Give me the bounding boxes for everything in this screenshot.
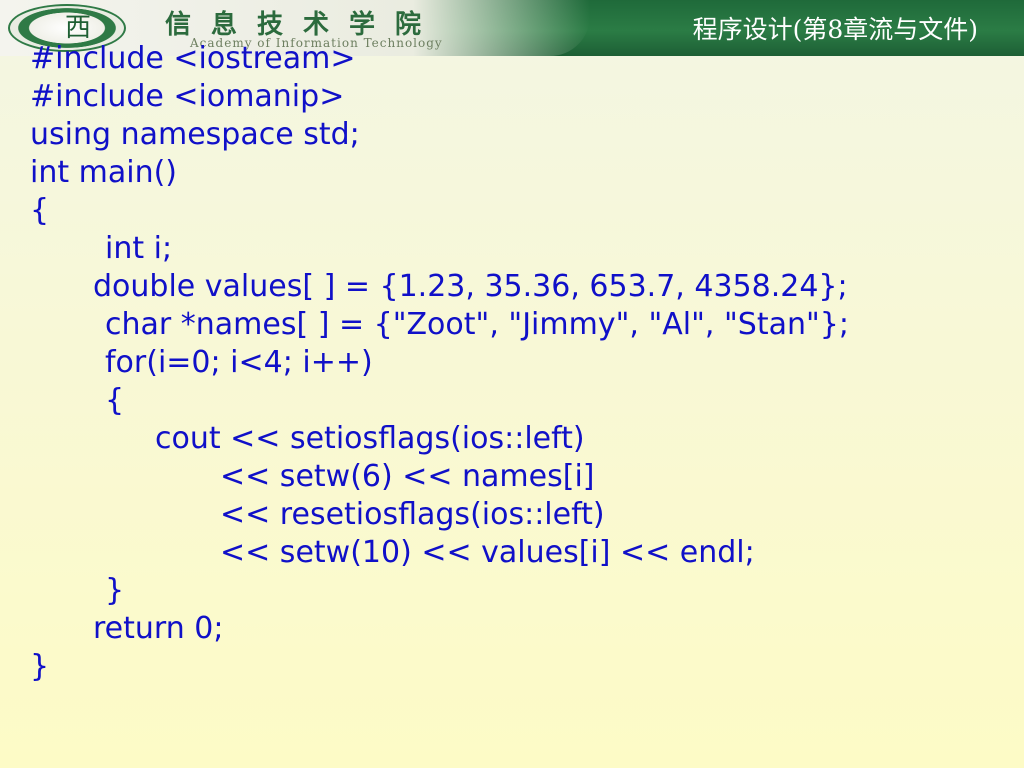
code-line: { (105, 383, 125, 418)
code-line: #include <iomanip> (30, 79, 345, 114)
code-line: << setw(10) << values[i] << endl; (220, 535, 755, 570)
code-line: using namespace std; (30, 117, 360, 152)
code-line: int i; (105, 231, 173, 266)
code-line: int main() (30, 155, 178, 190)
code-line: return 0; (93, 611, 224, 646)
code-line: for(i=0; i<4; i++) (105, 345, 373, 380)
code-line: cout << setiosflags(ios::left) (155, 421, 585, 456)
code-line: } (105, 573, 125, 608)
code-line: double values[ ] = {1.23, 35.36, 653.7, … (93, 269, 848, 304)
code-line: << resetiosflags(ios::left) (220, 497, 605, 532)
code-line: #include <iostream> (30, 41, 356, 76)
code-line: { (30, 193, 50, 228)
code-line: << setw(6) << names[i] (220, 459, 595, 494)
code-block: #include <iostream> #include <iomanip> usi… (30, 40, 1010, 686)
code-line: char *names[ ] = {"Zoot", "Jimmy", "Al",… (105, 307, 849, 342)
code-line: } (30, 649, 50, 684)
